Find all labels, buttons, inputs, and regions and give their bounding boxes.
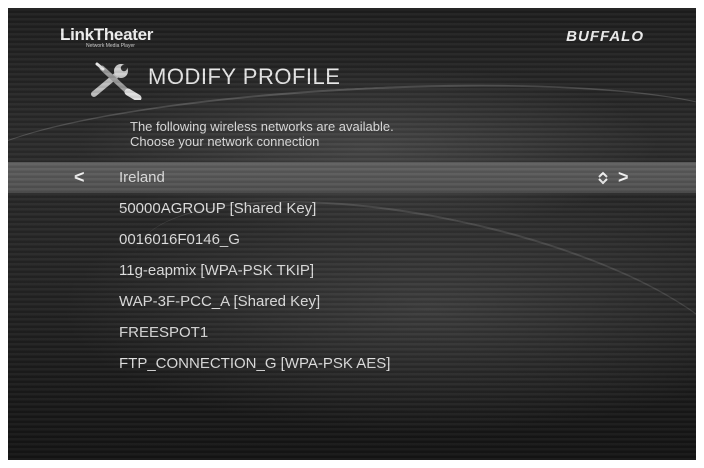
network-selector[interactable]: < Ireland > [8, 162, 696, 193]
tv-screen: LinkTheater Network Media Player BUFFALO… [8, 8, 696, 460]
network-list: < Ireland > 50000AGROUP [Shared Key] 001… [8, 162, 696, 379]
network-item[interactable]: FTP_CONNECTION_G [WPA-PSK AES] [8, 348, 696, 379]
chevron-right-icon[interactable]: > [618, 162, 629, 193]
instruction-line: Choose your network connection [130, 134, 320, 149]
brand-title: LinkTheater [60, 25, 154, 44]
network-item[interactable]: 50000AGROUP [Shared Key] [8, 193, 696, 224]
network-item[interactable]: WAP-3F-PCC_A [Shared Key] [8, 286, 696, 317]
network-item[interactable]: 0016016F0146_G [8, 224, 696, 255]
instructions: The following wireless networks are avai… [130, 119, 394, 149]
network-item[interactable]: 11g-eapmix [WPA-PSK TKIP] [8, 255, 696, 286]
vendor-logo: BUFFALO [566, 28, 644, 45]
brand-logo: LinkTheater Network Media Player [60, 26, 153, 49]
network-item[interactable]: FREESPOT1 [8, 317, 696, 348]
selected-network[interactable]: Ireland [119, 169, 165, 186]
chevron-left-icon[interactable]: < [74, 162, 85, 193]
up-down-icon [598, 171, 608, 185]
tools-icon [91, 62, 142, 100]
page-title: MODIFY PROFILE [148, 64, 341, 89]
instruction-line: The following wireless networks are avai… [130, 119, 394, 134]
